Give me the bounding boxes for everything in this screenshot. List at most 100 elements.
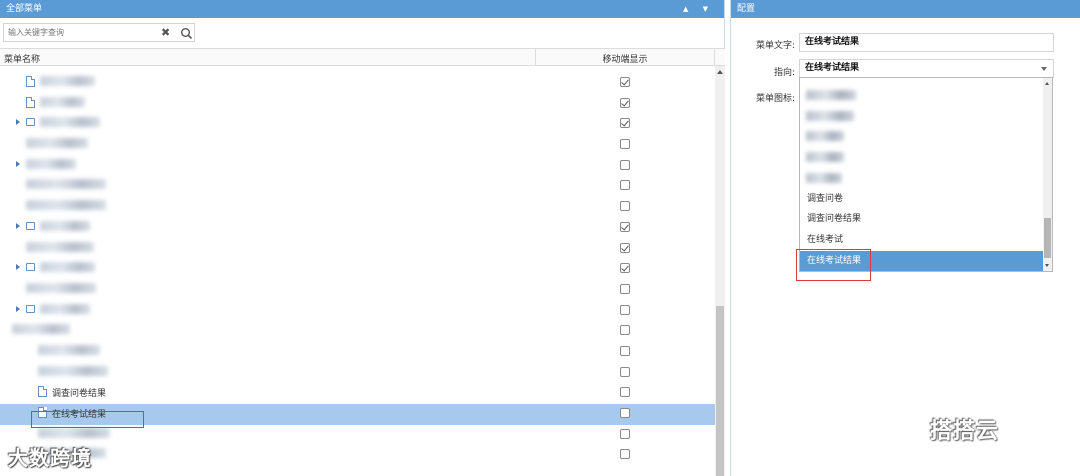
mobile-visible-checkbox[interactable] xyxy=(620,97,630,108)
menu-tree-row[interactable] xyxy=(0,280,715,301)
expand-arrow-icon[interactable] xyxy=(16,119,20,126)
expand-arrow-icon[interactable] xyxy=(16,160,20,167)
menu-item-label: 调查问卷结果 xyxy=(52,389,107,400)
mobile-visible-checkbox[interactable] xyxy=(620,428,630,439)
watermark-left: 大数跨境 xyxy=(8,446,92,470)
dropdown-option-redacted xyxy=(806,131,844,142)
config-panel: 配置 菜单文字: 在线考试结果 指向: 在线考试结果 菜单图标: 在线考试结果在… xyxy=(730,0,1080,476)
menu-tree-row[interactable] xyxy=(0,342,715,363)
menu-tree-row[interactable] xyxy=(0,156,715,177)
menu-tree-row[interactable] xyxy=(0,135,715,156)
mobile-visible-checkbox[interactable] xyxy=(620,263,630,274)
mobile-visible-checkbox[interactable] xyxy=(620,325,630,336)
menu-item-label-redacted xyxy=(40,262,95,273)
scroll-up-icon[interactable] xyxy=(717,70,723,74)
menu-tree-row[interactable] xyxy=(0,176,715,197)
folder-icon xyxy=(26,263,35,272)
menu-tree-panel: 全部菜单 ▲ ▼ ✖ 菜单名称 移动端显示 调查问卷结果在线考试结果 xyxy=(0,0,725,476)
menu-tree-row[interactable] xyxy=(0,445,715,466)
menu-item-label-redacted xyxy=(40,220,90,231)
scroll-down-icon[interactable] xyxy=(1045,264,1049,267)
search-box: ✖ xyxy=(3,23,195,42)
menu-tree-row[interactable] xyxy=(0,301,715,322)
document-icon xyxy=(38,386,47,398)
menu-tree-row[interactable] xyxy=(0,94,715,115)
mobile-visible-checkbox[interactable] xyxy=(620,283,630,294)
mobile-visible-checkbox[interactable] xyxy=(620,159,630,170)
clear-icon[interactable]: ✖ xyxy=(161,26,170,39)
dropdown-option-redacted xyxy=(806,110,854,121)
menu-tree-row[interactable] xyxy=(0,197,715,218)
menu-item-label-redacted xyxy=(40,96,85,107)
expand-arrow-icon[interactable] xyxy=(16,305,20,312)
document-icon xyxy=(26,76,35,87)
menu-item-label-redacted xyxy=(26,282,96,293)
dropdown-option[interactable]: 调查问卷结果 xyxy=(800,209,1044,230)
mobile-visible-checkbox[interactable] xyxy=(620,304,630,315)
target-dropdown-list: 在线考试结果 在线考试 调查问卷结果 调查问卷 xyxy=(799,77,1053,272)
menu-item-label-redacted xyxy=(38,365,108,376)
menu-item-label-redacted xyxy=(38,344,100,355)
menu-panel-header: 全部菜单 ▲ ▼ xyxy=(0,0,724,18)
mobile-visible-checkbox[interactable] xyxy=(620,180,630,191)
scroll-thumb[interactable] xyxy=(1044,218,1051,258)
expand-arrow-icon[interactable] xyxy=(16,222,20,229)
chevron-down-icon[interactable] xyxy=(1041,67,1047,71)
dropdown-option[interactable] xyxy=(800,147,1044,168)
menu-tree-row[interactable]: 调查问卷结果 xyxy=(0,383,715,404)
menu-tree-row[interactable] xyxy=(0,73,715,94)
tree-scrollbar[interactable] xyxy=(715,66,725,476)
dropdown-option-redacted xyxy=(806,172,842,183)
target-select[interactable]: 在线考试结果 xyxy=(799,59,1054,78)
mobile-visible-checkbox[interactable] xyxy=(620,201,630,212)
dropdown-option-redacted xyxy=(806,90,856,100)
mobile-visible-checkbox[interactable] xyxy=(620,408,630,418)
menu-item-label-redacted xyxy=(26,241,94,252)
menu-item-label-redacted xyxy=(40,117,100,128)
dropdown-option[interactable] xyxy=(800,85,1044,106)
search-input[interactable] xyxy=(8,26,156,39)
folder-icon xyxy=(26,221,35,230)
mobile-visible-checkbox[interactable] xyxy=(620,221,630,232)
menu-text-field[interactable]: 在线考试结果 xyxy=(799,33,1054,52)
mobile-visible-checkbox[interactable] xyxy=(620,366,630,377)
menu-item-label-redacted xyxy=(26,158,76,169)
dropdown-option[interactable]: 调查问卷 xyxy=(800,189,1044,210)
menu-tree-row[interactable] xyxy=(0,239,715,260)
mobile-visible-checkbox[interactable] xyxy=(620,139,630,150)
dropdown-scrollbar[interactable] xyxy=(1043,78,1052,271)
document-icon xyxy=(26,96,35,108)
menu-tree-row[interactable] xyxy=(0,114,715,135)
menu-item-label-redacted xyxy=(40,303,90,314)
menu-item-label-redacted xyxy=(38,427,110,438)
dropdown-option[interactable] xyxy=(800,126,1044,147)
menu-tree-row[interactable] xyxy=(0,218,715,239)
menu-tree-row[interactable] xyxy=(0,259,715,280)
search-row: ✖ xyxy=(0,18,724,48)
menu-tree-row[interactable] xyxy=(0,363,715,384)
menu-tree-row[interactable] xyxy=(0,321,715,342)
mobile-visible-checkbox[interactable] xyxy=(620,118,630,129)
menu-table-header: 菜单名称 移动端显示 xyxy=(0,48,725,66)
folder-icon xyxy=(26,304,35,313)
search-icon[interactable] xyxy=(180,27,193,40)
dropdown-option-label: 调查问卷 xyxy=(807,193,844,204)
mobile-visible-checkbox[interactable] xyxy=(620,449,630,460)
mobile-visible-checkbox[interactable] xyxy=(620,242,630,253)
scroll-up-icon[interactable] xyxy=(1045,82,1049,85)
menu-icon-label: 菜单图标: xyxy=(755,94,795,104)
mobile-visible-checkbox[interactable] xyxy=(620,387,630,398)
dropdown-option[interactable] xyxy=(800,168,1044,189)
dropdown-option[interactable] xyxy=(800,106,1044,127)
column-divider xyxy=(714,49,715,66)
scroll-thumb[interactable] xyxy=(716,306,724,476)
mobile-visible-checkbox[interactable] xyxy=(620,345,630,356)
panel-collapse-controls[interactable]: ▲ ▼ xyxy=(683,0,714,18)
dropdown-option-label: 调查问卷结果 xyxy=(807,214,862,225)
dropdown-option[interactable]: 在线考试 xyxy=(800,230,1044,251)
column-header-mobile: 移动端显示 xyxy=(602,55,648,65)
mobile-visible-checkbox[interactable] xyxy=(620,77,630,87)
expand-arrow-icon[interactable] xyxy=(16,264,20,271)
highlight-box xyxy=(796,249,871,281)
config-panel-title: 配置 xyxy=(737,4,756,14)
